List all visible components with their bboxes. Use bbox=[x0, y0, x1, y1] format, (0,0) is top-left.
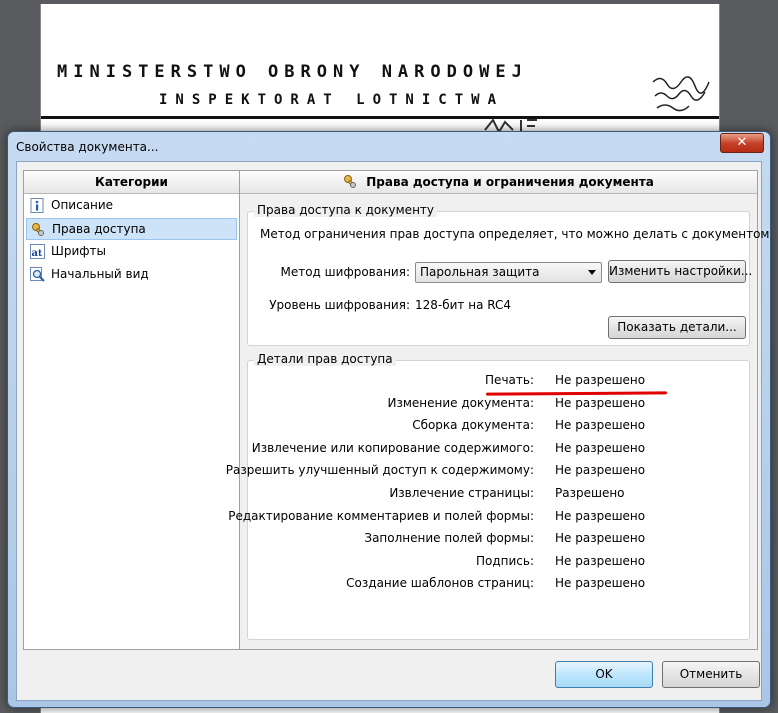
magnifier-icon bbox=[30, 267, 45, 282]
permission-label: Заполнение полей формы: bbox=[364, 531, 534, 546]
dialog-client-area: Категории Описание Права доступа a t Шри… bbox=[16, 161, 769, 701]
document-properties-dialog: Свойства документа... ✕ Категории Описан… bbox=[7, 131, 771, 708]
category-item-access-rights[interactable]: Права доступа bbox=[26, 218, 237, 240]
permission-value: Не разрешено bbox=[555, 440, 646, 455]
info-icon bbox=[30, 198, 44, 213]
document-heading-line2: INSPEKTORAT LOTNICTWA bbox=[159, 92, 505, 108]
category-item-description[interactable]: Описание bbox=[26, 195, 237, 217]
permission-label: Извлечение страницы: bbox=[389, 486, 534, 500]
access-details-group: Детали прав доступа Печать: Не разрешено И… bbox=[226, 352, 750, 640]
category-label: Начальный вид bbox=[51, 267, 149, 281]
document-rule bbox=[41, 116, 719, 119]
section-title: Права доступа и ограничения документа bbox=[366, 175, 654, 189]
keys-icon bbox=[32, 223, 44, 236]
encryption-method-select[interactable]: Парольная защита bbox=[415, 262, 602, 283]
ok-button[interactable]: OK bbox=[555, 661, 653, 688]
permission-value: Не разрешено bbox=[555, 576, 646, 591]
category-item-initial-view[interactable]: Начальный вид bbox=[26, 264, 237, 286]
permission-value: Не разрешено bbox=[555, 531, 646, 546]
close-button[interactable]: ✕ bbox=[720, 133, 764, 153]
keys-icon bbox=[344, 175, 357, 188]
group-title: Детали прав доступа bbox=[254, 352, 396, 366]
show-details-button[interactable]: Показать детали... bbox=[608, 316, 746, 339]
permission-value: Не разрешено bbox=[555, 553, 646, 568]
category-label: Права доступа bbox=[52, 222, 146, 236]
permission-label: Редактирование комментариев и полей форм… bbox=[228, 508, 534, 523]
permission-value: Не разрешено bbox=[555, 418, 646, 433]
category-label: Шрифты bbox=[51, 244, 106, 258]
permission-label: Извлечение или копирование содержимого: bbox=[251, 440, 534, 455]
category-item-fonts[interactable]: a t Шрифты bbox=[26, 241, 237, 263]
chevron-down-icon bbox=[588, 270, 596, 275]
permission-value: Не разрешено bbox=[555, 395, 646, 410]
access-rights-panel: Права доступа и ограничения документа Пр… bbox=[226, 170, 769, 650]
permission-value: Не разрешено bbox=[555, 373, 646, 387]
group-title: Права доступа к документу bbox=[254, 203, 437, 217]
permission-label: Разрешить улучшенный доступ к содержимом… bbox=[225, 463, 534, 478]
encryption-level-value: 128-бит на RC4 bbox=[415, 298, 512, 312]
permission-value: Не разрешено bbox=[555, 463, 646, 478]
document-heading-line1: MINISTERSTWO OBRONY NARODOWEJ bbox=[57, 62, 528, 82]
encryption-level-label: Уровень шифрования: bbox=[269, 298, 410, 312]
section-header: Права доступа и ограничения документа bbox=[240, 171, 757, 194]
permission-label: Печать: bbox=[485, 373, 534, 387]
permission-label: Создание шаблонов страниц: bbox=[346, 576, 534, 591]
permission-value: Разрешено bbox=[555, 486, 625, 500]
dialog-title: Свойства документа... bbox=[16, 140, 159, 154]
permission-label: Изменение документа: bbox=[387, 395, 534, 410]
access-description: Метод ограничения прав доступа определяе… bbox=[260, 227, 770, 241]
permission-label: Подпись: bbox=[475, 553, 534, 568]
encryption-method-value: Парольная защита bbox=[420, 265, 540, 279]
change-settings-button[interactable]: Изменить настройки... bbox=[608, 260, 752, 283]
encryption-method-label: Метод шифрования: bbox=[280, 265, 410, 279]
handwriting-scribble bbox=[652, 76, 710, 112]
categories-header: Категории bbox=[24, 171, 239, 194]
category-label: Описание bbox=[51, 198, 114, 212]
cancel-button[interactable]: Отменить bbox=[662, 661, 760, 688]
categories-panel: Категории Описание Права доступа a t Шри… bbox=[23, 170, 240, 650]
permission-value: Не разрешено bbox=[555, 508, 646, 523]
dialog-titlebar[interactable]: Свойства документа... ✕ bbox=[8, 132, 770, 160]
permission-label: Сборка документа: bbox=[412, 418, 534, 433]
access-rights-group: Права доступа к документу Метод ограниче… bbox=[247, 203, 769, 346]
font-icon: a t bbox=[30, 244, 45, 259]
